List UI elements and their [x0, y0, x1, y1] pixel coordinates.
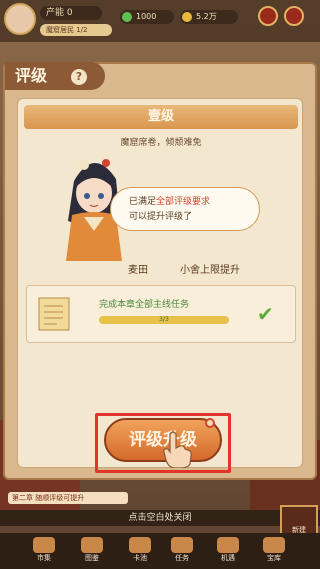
nav-codex[interactable]: 图鉴 [70, 537, 114, 565]
nav-market-label: 市集 [37, 554, 51, 562]
grade-subtitle: 魔窟席卷，倾颓难免 [120, 138, 202, 148]
tasks-icon [171, 537, 193, 553]
reward-field: 麦田 [128, 265, 148, 276]
capacity-display: 产能 0 [40, 6, 102, 20]
nav-chance[interactable]: 机遇 [206, 537, 250, 565]
nav-gacha[interactable]: 卡池 [118, 537, 162, 565]
speech-bubble: 已满足全部评级要求 可以提升评级了 [110, 187, 260, 231]
modal-title-text: 评级 [15, 66, 48, 85]
player-avatar[interactable] [4, 3, 36, 35]
nav-tasks-label: 任务 [175, 554, 189, 562]
lantern-icon[interactable] [258, 6, 278, 26]
bubble-line1-highlight: 全部评级要求 [156, 197, 211, 207]
chance-icon [217, 537, 239, 553]
resource-green: 1000 [120, 10, 174, 24]
nav-codex-label: 图鉴 [85, 554, 99, 562]
pointer-hand-icon [163, 431, 192, 468]
build-button[interactable]: 新建 [280, 505, 318, 535]
nav-treasury[interactable]: 宝库 [252, 537, 296, 565]
coin-icon [182, 12, 192, 22]
top-status-bar: 产能 0 魔窟居民 1/2 1000 5.2万 [0, 0, 320, 42]
task-label: 完成本章全部主线任务 [99, 300, 190, 310]
chapter-notice: 第二章 随顺评级可提升 [8, 492, 128, 504]
resource-gold: 5.2万 [180, 10, 238, 24]
task-card: 完成本章全部主线任务 3/3 ✔ [26, 285, 296, 343]
market-icon [33, 537, 55, 553]
nav-market[interactable]: 市集 [22, 537, 66, 565]
jade-icon [122, 12, 132, 22]
gacha-icon [129, 537, 151, 553]
scroll-icon [38, 297, 70, 331]
checkmark-icon: ✔ [257, 302, 274, 326]
capacity-value: 0 [66, 8, 73, 18]
nav-gacha-label: 卡池 [133, 554, 147, 562]
resource-green-value: 1000 [136, 12, 157, 21]
grade-banner: 壹级 [24, 105, 298, 129]
nav-tasks[interactable]: 任务 [160, 537, 204, 565]
modal-title: 评级 [5, 62, 105, 90]
nav-treasury-label: 宝库 [267, 554, 281, 562]
treasury-icon [263, 537, 285, 553]
help-icon[interactable]: ? [71, 69, 87, 85]
bubble-line1-prefix: 已满足 [129, 197, 157, 207]
close-hint[interactable]: 点击空白处关闭 [0, 510, 320, 526]
nav-chance-label: 机遇 [221, 554, 235, 562]
bubble-line2: 可以提升评级了 [129, 212, 193, 222]
task-progress-text: 3/3 [159, 316, 169, 323]
resident-level: 魔窟居民 1/2 [40, 24, 112, 36]
capacity-label: 产能 [46, 8, 65, 18]
resource-gold-value: 5.2万 [196, 12, 217, 21]
menu-icon[interactable] [284, 6, 304, 26]
codex-icon [81, 537, 103, 553]
reward-cottage-cap: 小舍上限提升 [180, 265, 240, 276]
bottom-nav: 市集 图鉴 卡池 任务 机遇 宝库 [0, 533, 320, 569]
